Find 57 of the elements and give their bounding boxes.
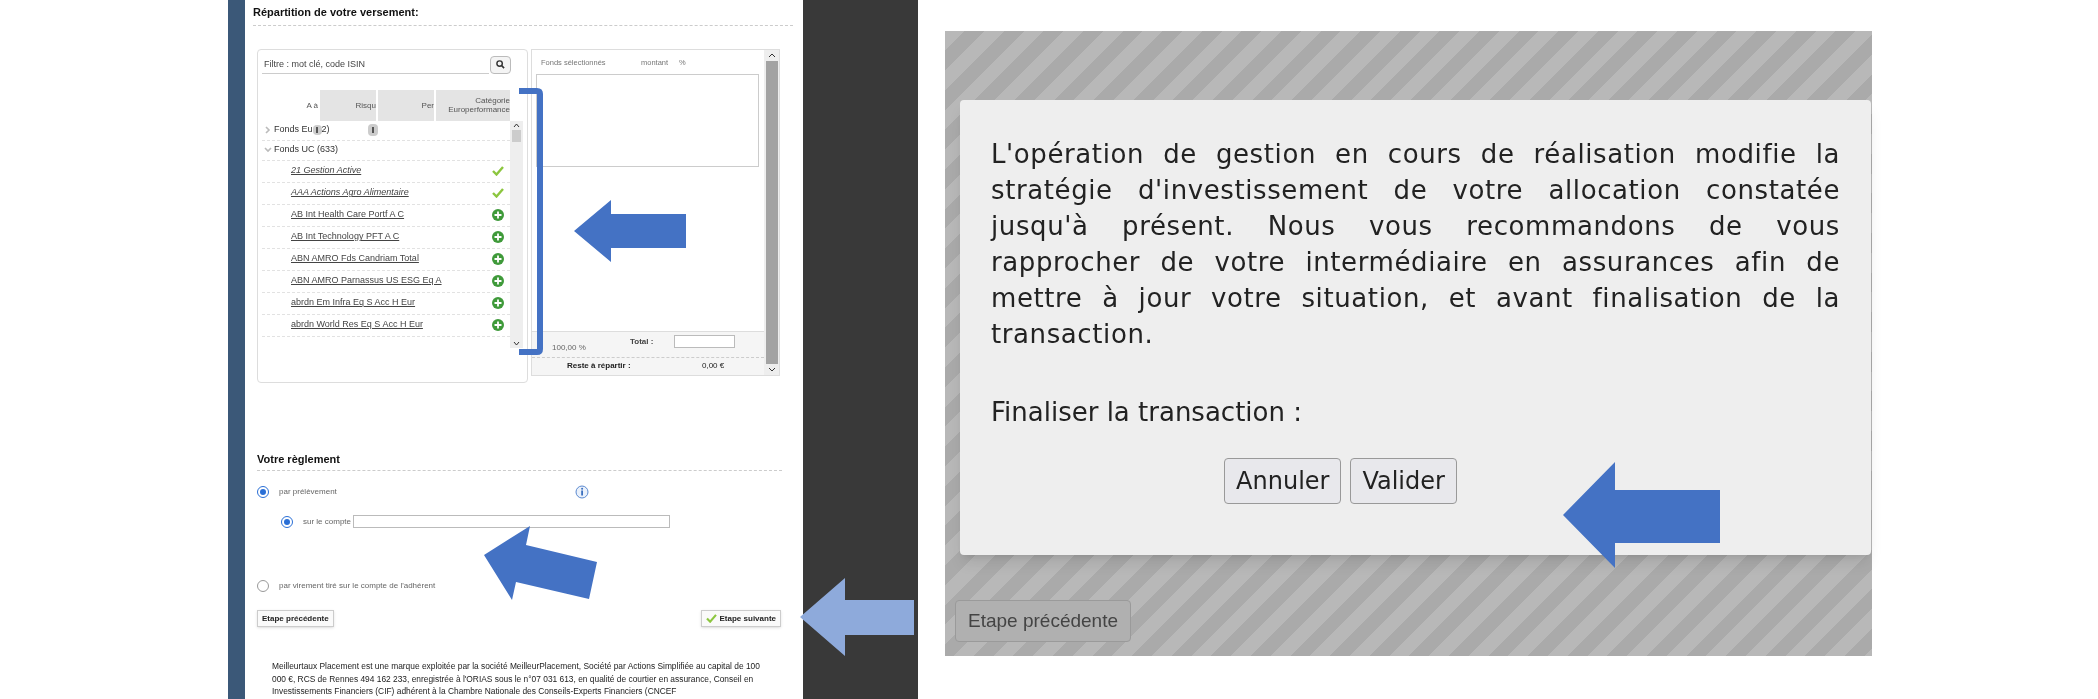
fund-link[interactable]: abrdn Em Infra Eq S Acc H Eur (291, 296, 416, 310)
group-label[interactable]: Fonds Eu (274, 123, 313, 137)
fund-link[interactable]: AB Int Health Care Portf A C (291, 208, 405, 222)
radio-button[interactable] (257, 580, 269, 592)
radio-label[interactable]: sur le compte (303, 515, 352, 528)
scrollbar[interactable] (764, 49, 779, 375)
add-icon[interactable] (492, 253, 505, 265)
scrollbar-thumb[interactable] (512, 129, 522, 142)
previous-step-button[interactable]: Etape précédente (257, 610, 334, 627)
section-title: Répartition de votre versement: (253, 5, 420, 20)
add-icon[interactable] (492, 297, 505, 309)
fund-link[interactable]: abrdn World Res Eq S Acc H Eur (291, 318, 423, 332)
fund-link[interactable]: AAA Actions Agro Alimentaire (291, 186, 409, 200)
chevron-down-icon[interactable] (767, 366, 776, 372)
filter-field[interactable]: Filtre : mot clé, code ISIN (262, 55, 489, 74)
remaining-value: 0,00 € (702, 360, 725, 372)
group-label[interactable]: 2) (321, 123, 330, 137)
column-header[interactable]: Catégorie Europerformance (436, 89, 510, 121)
account-field[interactable] (353, 515, 671, 528)
fund-link[interactable]: AB Int Technology PFT A C (291, 230, 400, 244)
previous-step-button[interactable]: Etape précédente (955, 600, 1131, 642)
radio-label[interactable]: par prélèvement (279, 486, 337, 498)
fund-link[interactable]: ABN AMRO Fds Candriam Total (291, 252, 419, 266)
add-icon[interactable] (492, 231, 505, 243)
search-button[interactable] (490, 55, 511, 74)
info-icon[interactable] (367, 124, 378, 136)
add-icon[interactable] (492, 209, 505, 221)
dialog-button[interactable]: Valider (1350, 458, 1457, 504)
chevron-right-icon[interactable] (264, 126, 272, 134)
legal-text: Meilleurtaux Placement est une marque exploitée par la société MeilleurPlacement, Société par Actions Simplifiée au capital de 100 000 €, RCS de Rennes 494 162 233, enregistrée à l'ORIAS sous le n°07 031 613, en qualité de courtier en assurance, Conseil en Investissements Financiers (CIF) adhérent à la Chambre Nationale des Conseils-Experts Financiers (CNCEF (272, 660, 761, 698)
radio-button[interactable] (257, 486, 269, 498)
info-icon[interactable] (312, 125, 322, 135)
percent-total: 100,00 % (552, 341, 587, 354)
group-label[interactable]: Fonds UC (633) (274, 143, 339, 157)
scrollbar[interactable] (510, 120, 523, 348)
dialog-button[interactable]: Annuler (1224, 458, 1342, 504)
total-field[interactable] (674, 334, 735, 348)
column-header[interactable]: Per (378, 89, 434, 121)
total-label: Total : (630, 335, 655, 348)
add-icon[interactable] (492, 275, 505, 287)
chevron-up-icon[interactable] (767, 52, 776, 58)
chevron-down-icon[interactable] (513, 340, 521, 346)
dialog-message: L'opération de gestion en cours de réalisation modifie la stratégie d'investissement de votre allocation constatée jusqu'à présent. Nous vous recommandons de vous rapprocher de votre intermédiaire en assurances afin de mettre à jour votre situation, et avant finalisation de la transaction. (991, 138, 1840, 351)
dialog-prompt: Finaliser la transaction : (991, 396, 1303, 429)
chevron-up-icon[interactable] (513, 122, 521, 128)
fund-link[interactable]: 21 Gestion Active (291, 164, 362, 178)
check-icon (705, 614, 717, 623)
fund-link[interactable]: ABN AMRO Parnassus US ESG Eq A (291, 274, 442, 288)
section-title: Votre règlement (257, 451, 341, 467)
remaining-label: Reste à répartir : (567, 360, 632, 372)
column-header[interactable]: Risqu (320, 89, 376, 121)
radio-label[interactable]: par virement tiré sur le compte de l'adhérent (279, 580, 436, 592)
search-icon (496, 60, 505, 69)
add-icon[interactable] (492, 319, 505, 331)
radio-button[interactable] (281, 515, 293, 528)
next-step-button[interactable]: Etape suivante (700, 610, 781, 627)
info-icon[interactable] (574, 485, 589, 499)
